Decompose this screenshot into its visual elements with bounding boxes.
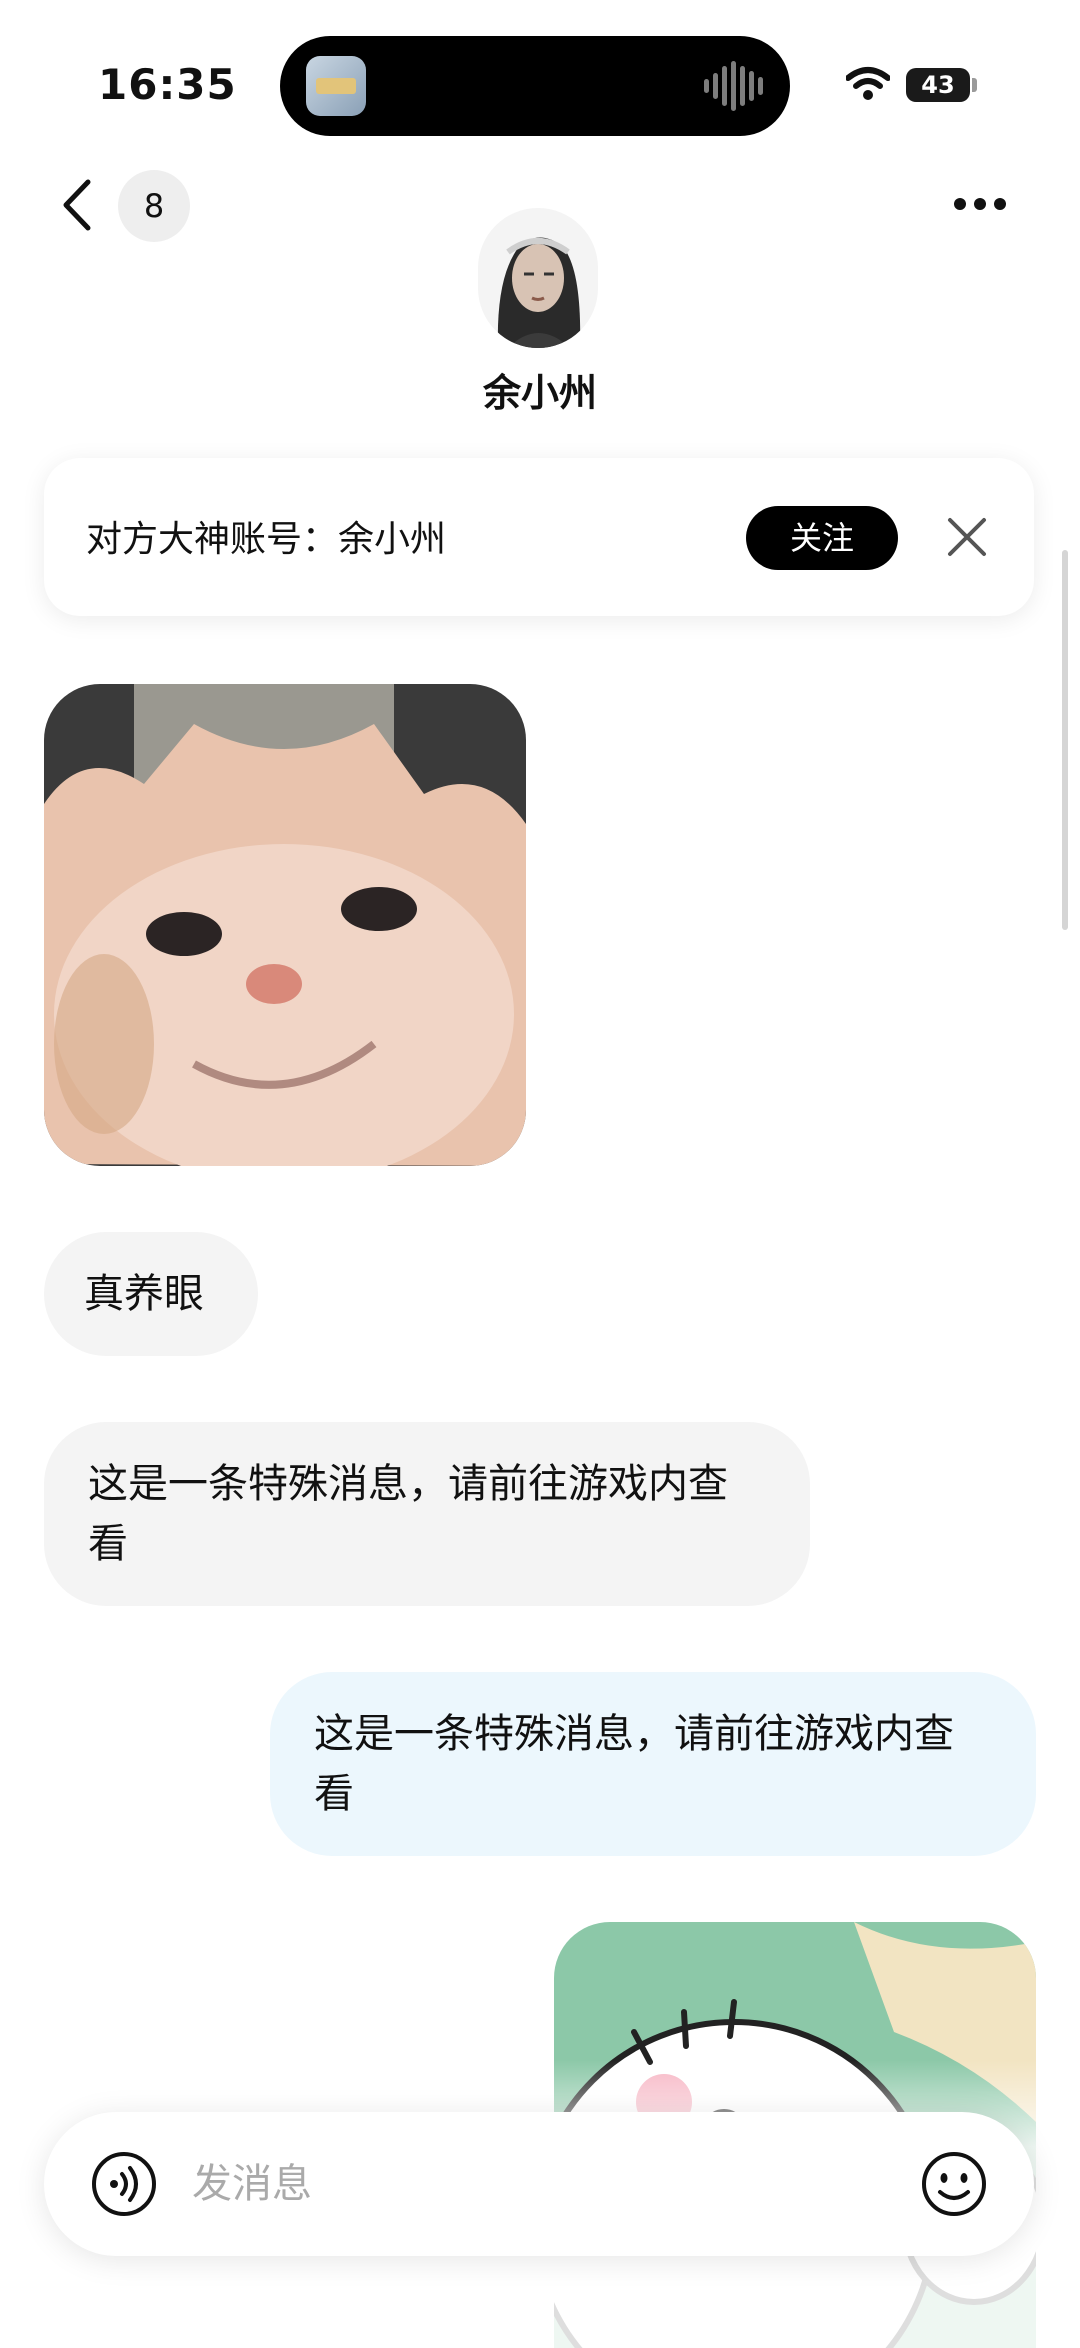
wifi-icon: [846, 67, 890, 100]
voice-icon[interactable]: [90, 2150, 158, 2218]
game-app-icon: [306, 56, 366, 116]
follow-card-text: 对方大神账号：余小州: [86, 519, 447, 560]
message-input-bar: [44, 2112, 1034, 2256]
contact-name: 余小州: [482, 371, 597, 415]
scrollbar[interactable]: [1062, 550, 1068, 930]
more-icon[interactable]: [952, 196, 1008, 212]
avatar-portrait: [478, 208, 598, 348]
message-bubble-incoming[interactable]: 真养眼: [44, 1232, 258, 1356]
follow-card: 对方大神账号：余小州 关注: [44, 458, 1034, 616]
battery-tip: [972, 78, 977, 92]
avatar[interactable]: [478, 208, 598, 348]
message-bubble-outgoing[interactable]: 这是一条特殊消息，请前往游戏内查看: [270, 1672, 1036, 1856]
message-input[interactable]: [192, 2152, 832, 2216]
battery-indicator: 43: [906, 68, 970, 102]
follow-button[interactable]: 关注: [746, 506, 898, 570]
dynamic-island[interactable]: [280, 36, 790, 136]
cat-sticker-image: [44, 684, 526, 1166]
message-text: 这是一条特殊消息，请前往游戏内查看: [88, 1461, 728, 1567]
audio-wave-icon: [704, 60, 764, 112]
unread-count-badge[interactable]: 8: [118, 170, 190, 242]
message-text: 这是一条特殊消息，请前往游戏内查看: [314, 1711, 954, 1817]
close-icon[interactable]: [946, 516, 988, 558]
status-time: 16:35: [98, 60, 237, 109]
back-icon[interactable]: [58, 178, 98, 232]
message-bubble-incoming[interactable]: 这是一条特殊消息，请前往游戏内查看: [44, 1422, 810, 1606]
chat-screen: 16:35 43 8 余小州 对方大神账号：余小州 关注 真养眼 这是一条特殊消…: [0, 0, 1080, 2348]
message-text: 真养眼: [84, 1271, 204, 1317]
emoji-icon[interactable]: [920, 2150, 988, 2218]
message-image-cat[interactable]: [44, 684, 526, 1166]
